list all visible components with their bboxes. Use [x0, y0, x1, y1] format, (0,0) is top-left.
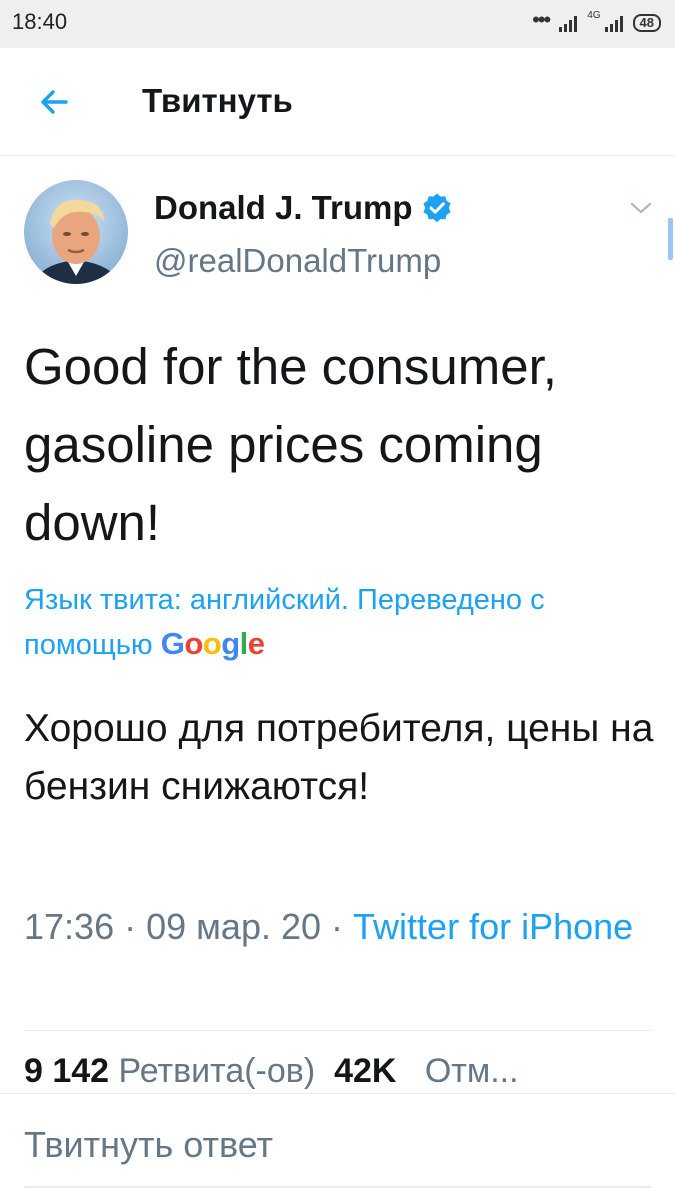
app-header: Твитнуть — [0, 48, 675, 156]
arrow-left-icon — [41, 90, 68, 114]
network-type: 4G — [587, 9, 601, 21]
retweets-count[interactable]: 9 142 — [24, 1052, 109, 1090]
signal-4g-icon — [604, 14, 623, 32]
divider — [24, 1030, 651, 1031]
signal-icon — [559, 14, 578, 32]
google-logo: Google — [160, 626, 265, 661]
translated-tweet-text: Хорошо для потребителя, цены на бензин с… — [24, 707, 654, 808]
tweet-date: 09 мар. 20 — [146, 906, 322, 947]
page-title: Твитнуть — [142, 82, 293, 119]
translation-note-text: Язык твита: английский. Переведено с пом… — [24, 584, 545, 661]
reply-input[interactable]: Твитнуть ответ — [24, 1124, 273, 1166]
more-dots-icon: ••• — [532, 7, 551, 32]
verified-badge-icon — [422, 193, 451, 223]
reply-underline — [24, 1186, 651, 1188]
meta-separator: · — [124, 906, 137, 947]
back-button[interactable] — [30, 78, 78, 126]
tweet-text: Good for the consumer, gasoline prices c… — [24, 338, 557, 551]
battery-level: 48 — [639, 15, 654, 30]
avatar[interactable] — [24, 180, 128, 284]
tweet-source-link[interactable]: Twitter for iPhone — [353, 906, 633, 947]
tweet-options-button[interactable] — [626, 196, 656, 220]
status-bar: 18:40 ••• 4G 48 — [0, 0, 675, 48]
chevron-down-icon — [630, 202, 652, 214]
tweet-stats: 9 142 Ретвита(-ов) 42K Отм... — [24, 1052, 664, 1096]
status-time: 18:40 — [12, 9, 68, 34]
battery-icon: 48 — [632, 14, 661, 32]
translation-note[interactable]: Язык твита: английский. Переведено с пом… — [24, 578, 664, 667]
likes-count[interactable]: 42K — [334, 1052, 396, 1090]
likes-label[interactable]: Отм... — [425, 1052, 519, 1090]
meta-separator: · — [331, 906, 344, 947]
retweets-label[interactable]: Ретвита(-ов) — [119, 1052, 316, 1090]
avatar-image — [24, 180, 128, 284]
display-name[interactable]: Donald J. Trump — [154, 189, 453, 227]
tweet-time: 17:36 — [24, 906, 115, 947]
tweet-meta: 17:36 · 09 мар. 20 · Twitter for iPhone — [24, 900, 644, 954]
scroll-indicator[interactable] — [668, 218, 673, 260]
display-name-text: Donald J. Trump — [154, 189, 413, 226]
reply-bar: Твитнуть ответ — [0, 1093, 675, 1200]
status-icons: ••• 4G 48 — [532, 7, 661, 36]
user-handle[interactable]: @realDonaldTrump — [154, 242, 441, 280]
